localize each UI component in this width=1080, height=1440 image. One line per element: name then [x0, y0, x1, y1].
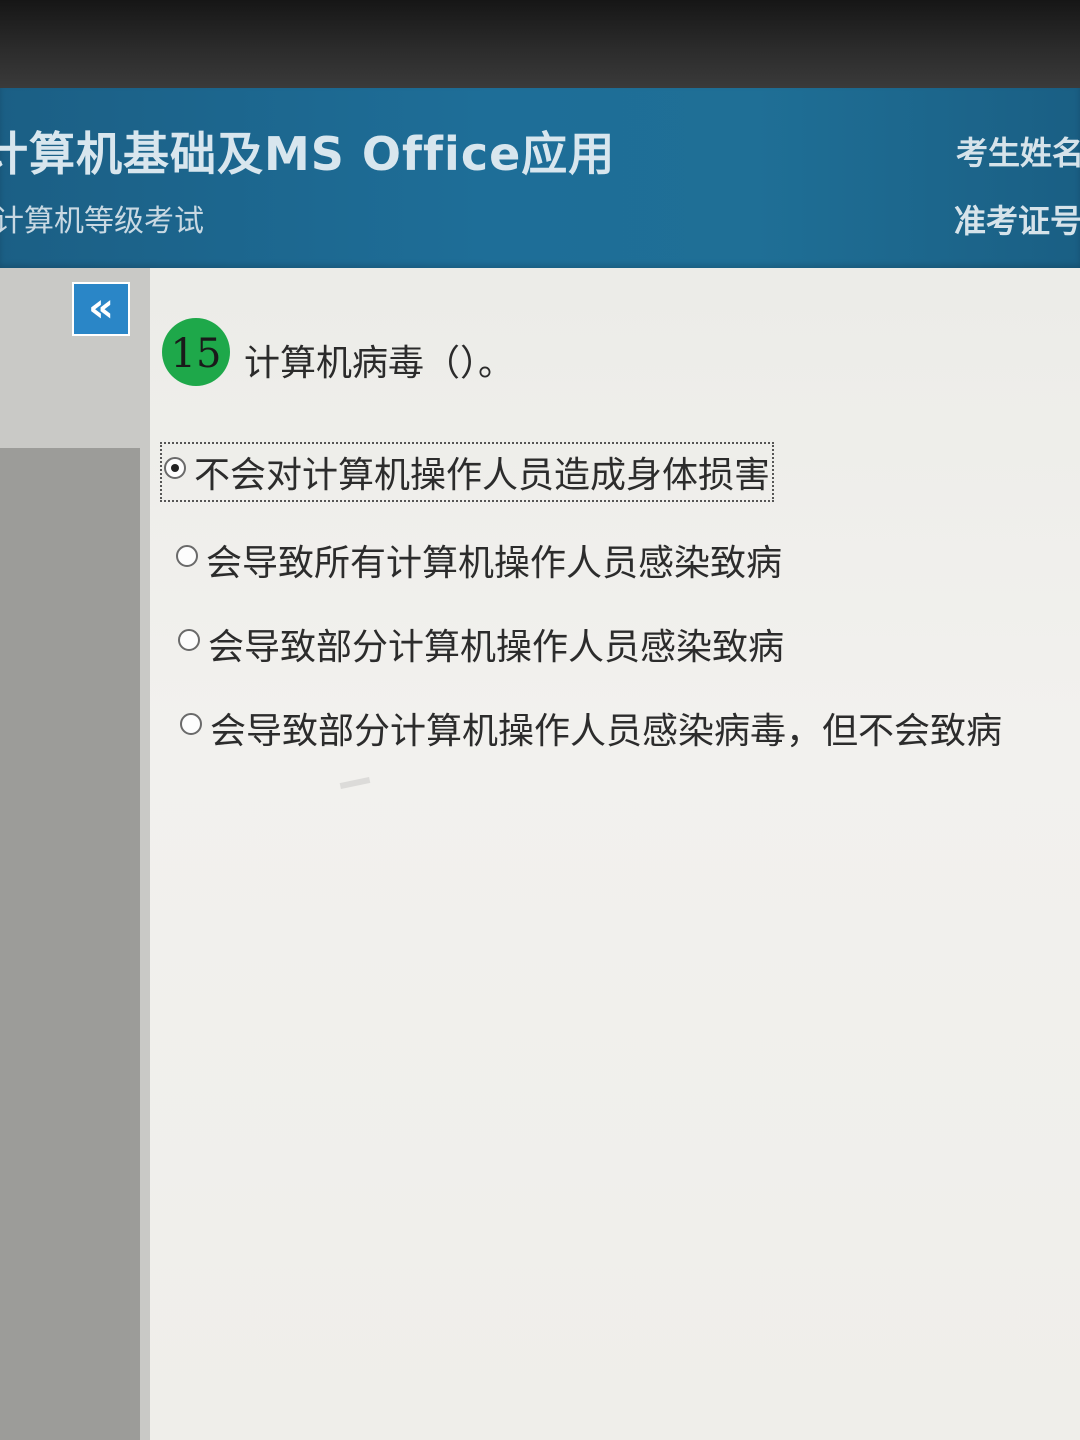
- app-subtitle: 计算机等级考试: [0, 204, 204, 239]
- question-area: [0, 268, 1080, 1440]
- option-d[interactable]: 会导致部分计算机操作人员感染病毒，但不会致病: [180, 702, 1002, 754]
- question-number-badge: 15: [162, 318, 230, 386]
- question-text: 计算机病毒（）。: [244, 343, 515, 384]
- monitor-bezel: [0, 0, 1080, 88]
- option-a-label: 不会对计算机操作人员造成身体损害: [194, 455, 771, 496]
- collapse-sidebar-button[interactable]: «: [72, 282, 130, 336]
- app-title: 计算机基础及MS Office应用: [0, 127, 616, 181]
- radio-icon[interactable]: [178, 629, 200, 651]
- option-b[interactable]: 会导致所有计算机操作人员感染致病: [176, 534, 782, 586]
- option-b-label: 会导致所有计算机操作人员感染致病: [206, 543, 783, 584]
- option-a[interactable]: 不会对计算机操作人员造成身体损害: [159, 442, 775, 502]
- sidebar-panel: [0, 448, 140, 1440]
- radio-icon[interactable]: [176, 545, 198, 567]
- radio-icon[interactable]: [180, 713, 202, 735]
- candidate-id-label: 准考证号: [954, 202, 1080, 240]
- option-c-label: 会导致部分计算机操作人员感染致病: [208, 627, 785, 668]
- option-d-label: 会导致部分计算机操作人员感染病毒，但不会致病: [210, 711, 1003, 752]
- radio-selected-icon[interactable]: [164, 457, 186, 479]
- exam-header: 计算机基础及MS Office应用 计算机等级考试 考生姓名 准考证号: [0, 88, 1080, 268]
- candidate-name-label: 考生姓名: [956, 134, 1080, 172]
- option-c[interactable]: 会导致部分计算机操作人员感染致病: [178, 618, 784, 670]
- photo-frame: 计算机基础及MS Office应用 计算机等级考试 考生姓名 准考证号 « 15…: [0, 0, 1080, 1440]
